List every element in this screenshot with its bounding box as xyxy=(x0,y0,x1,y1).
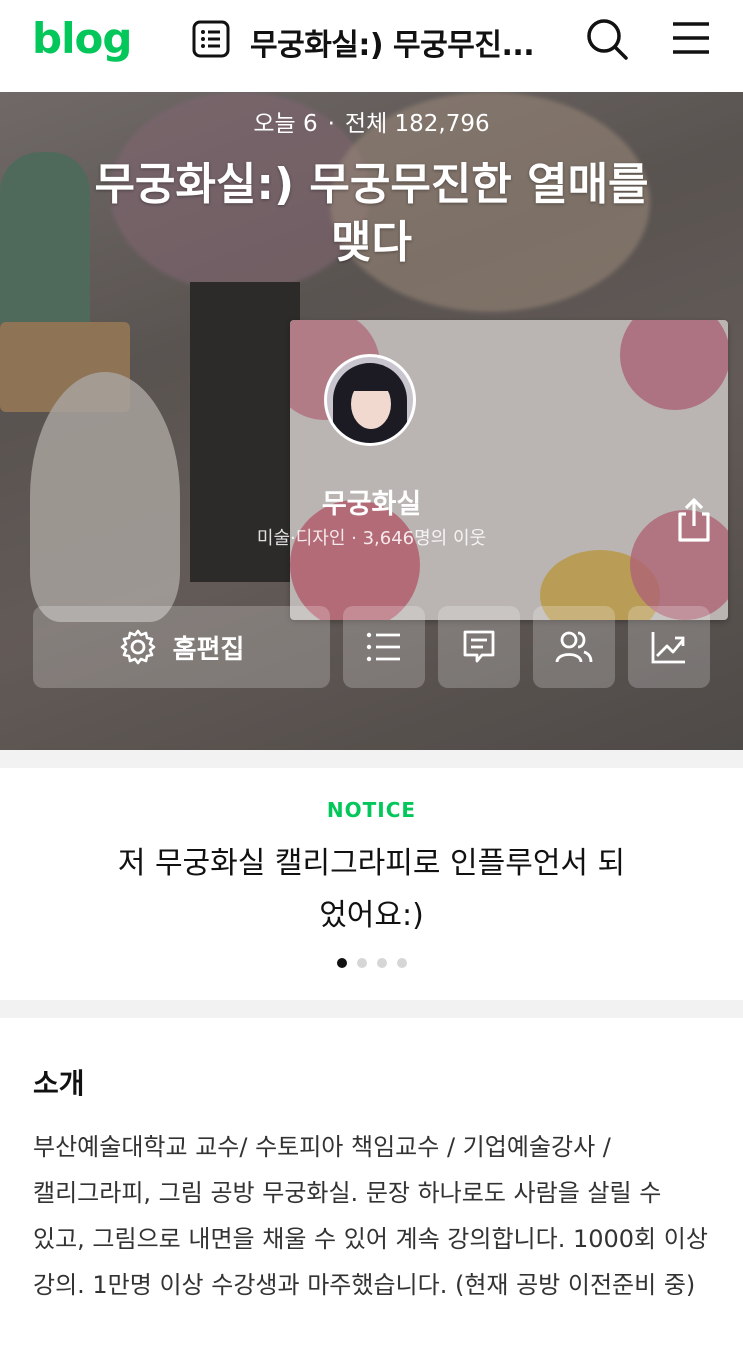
notice-text-line: 저 무궁화실 캘리그라피로 인플루언서 되 xyxy=(117,846,626,881)
today-count: 오늘 6 xyxy=(253,111,318,137)
blog-logo[interactable]: blog xyxy=(32,14,132,63)
blog-title: 무궁화실:) 무궁무진한 열매를 맺다 xyxy=(20,156,723,272)
blog-category: 미술·디자인 · 3,646명의 이웃 xyxy=(256,528,487,549)
section-divider xyxy=(0,750,743,768)
top-bar: blog 무궁화실:) 무궁무진... xyxy=(0,0,743,92)
blog-title-line: 무궁화실:) 무궁무진한 열매를 xyxy=(94,159,649,210)
guestbook-button[interactable] xyxy=(438,606,520,688)
settings-icon xyxy=(120,629,155,665)
share-icon[interactable] xyxy=(672,496,716,544)
post-list-icon[interactable] xyxy=(192,20,230,58)
notice-label: NOTICE xyxy=(326,798,417,822)
pagination-dot[interactable] xyxy=(396,958,407,968)
visitor-stats: 오늘 6 · 전체 182,796 xyxy=(0,104,743,138)
blog-cover: 오늘 6 · 전체 182,796 무궁화실:) 무궁무진한 열매를 맺다 무궁화실… xyxy=(0,92,743,750)
blog-title-line: 맺다 xyxy=(331,217,412,268)
notice-pagination xyxy=(0,958,743,968)
stats-icon xyxy=(651,632,685,664)
category-list-button[interactable] xyxy=(343,606,425,688)
comment-icon xyxy=(463,630,495,663)
edit-home-label: 홈편집 xyxy=(172,634,245,665)
section-divider xyxy=(0,1000,743,1018)
notice-text-line: 었어요:) xyxy=(319,898,424,933)
pagination-dot-active[interactable] xyxy=(336,958,347,968)
nickname[interactable]: 무궁화실 xyxy=(0,482,743,521)
neighbors-button[interactable] xyxy=(533,606,615,688)
edit-home-button[interactable]: 홈편집 xyxy=(33,606,330,688)
pagination-dot[interactable] xyxy=(376,958,387,968)
search-icon[interactable] xyxy=(584,16,630,62)
intro-body: 부산예술대학교 교수/ 수토피아 책임교수 / 기업예술강사 / 캘리그라피, … xyxy=(33,1133,708,1299)
stats-separator: · xyxy=(327,111,335,137)
avatar[interactable] xyxy=(324,354,416,446)
total-count: 전체 182,796 xyxy=(344,111,490,137)
stats-button[interactable] xyxy=(628,606,710,688)
neighbors-icon xyxy=(555,631,593,663)
list-icon xyxy=(366,632,400,662)
header-title[interactable]: 무궁화실:) 무궁무진... xyxy=(250,20,560,64)
intro-title: 소개 xyxy=(33,1067,85,1100)
pagination-dot[interactable] xyxy=(356,958,367,968)
menu-icon[interactable] xyxy=(670,18,712,58)
notice-text[interactable]: 저 무궁화실 캘리그라피로 인플루언서 되 었어요:) xyxy=(60,838,683,942)
